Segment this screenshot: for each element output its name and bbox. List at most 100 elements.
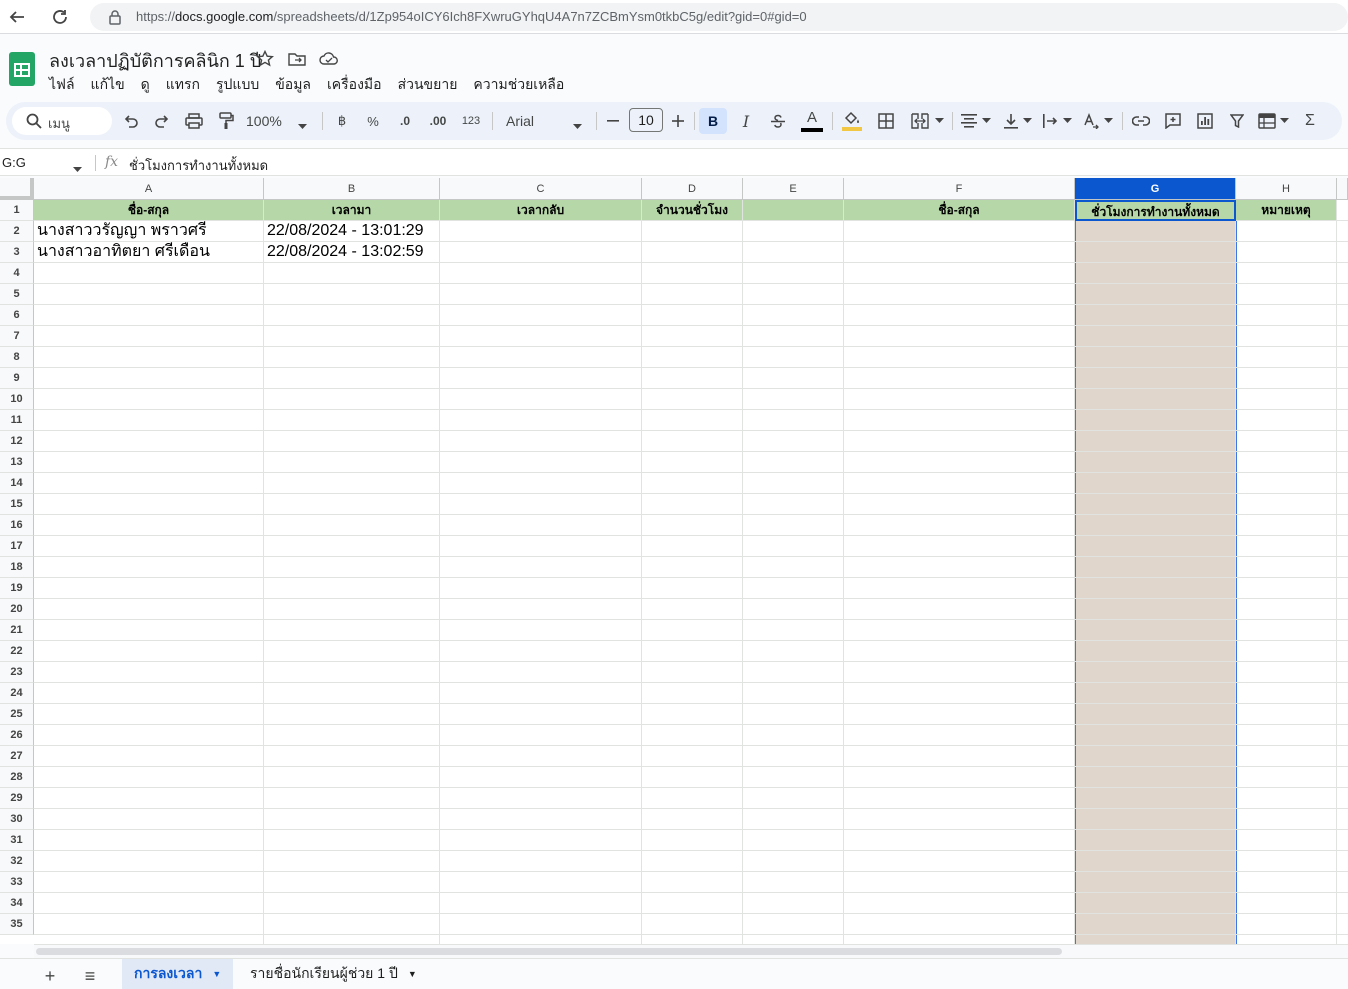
row-header[interactable]: 23: [0, 662, 34, 683]
menu-insert[interactable]: แทรก: [166, 74, 200, 96]
table-cell[interactable]: 22/08/2024 - 13:02:59: [264, 242, 440, 263]
text-color-button[interactable]: A: [800, 108, 824, 134]
menu-search[interactable]: เมนู: [12, 107, 112, 135]
row-header[interactable]: 15: [0, 494, 34, 515]
row-header[interactable]: 14: [0, 473, 34, 494]
functions-button[interactable]: Σ: [1300, 108, 1320, 134]
menu-data[interactable]: ข้อมูล: [275, 74, 311, 96]
menu-extensions[interactable]: ส่วนขยาย: [398, 74, 458, 96]
increase-decimal-button[interactable]: .00: [426, 108, 450, 134]
column-header-f[interactable]: F: [844, 178, 1075, 200]
filter-icon[interactable]: [1226, 108, 1248, 134]
menu-format[interactable]: รูปแบบ: [216, 74, 259, 96]
header-cell-e[interactable]: [743, 200, 844, 221]
formula-input[interactable]: ชั่วโมงการทำงานทั้งหมด: [129, 155, 268, 176]
vertical-align-icon[interactable]: [1001, 108, 1035, 134]
row-header[interactable]: 1: [0, 200, 34, 221]
horizontal-align-icon[interactable]: [959, 108, 993, 134]
move-folder-icon[interactable]: [286, 48, 308, 70]
currency-button[interactable]: ฿: [333, 108, 351, 134]
header-cell-f[interactable]: ชื่อ-สกุล: [844, 200, 1075, 221]
table-cell[interactable]: 22/08/2024 - 13:01:29: [264, 221, 440, 242]
font-size-input[interactable]: 10: [629, 108, 663, 132]
row-header[interactable]: 19: [0, 578, 34, 599]
insert-link-icon[interactable]: [1130, 108, 1152, 134]
site-info-icon[interactable]: [108, 9, 122, 30]
select-all-corner[interactable]: [0, 178, 34, 200]
header-cell-h[interactable]: หมายเหตุ: [1236, 200, 1337, 221]
row-header[interactable]: 17: [0, 536, 34, 557]
sheet-tab[interactable]: รายชื่อนักเรียนผู้ช่วย 1 ปี ▼: [238, 959, 429, 989]
row-header[interactable]: 33: [0, 872, 34, 893]
row-header[interactable]: 11: [0, 410, 34, 431]
row-header[interactable]: 30: [0, 809, 34, 830]
text-rotation-icon[interactable]: [1081, 108, 1115, 134]
header-cell-d[interactable]: จำนวนชั่วโมง: [642, 200, 743, 221]
cloud-saved-icon[interactable]: [318, 48, 340, 70]
row-header[interactable]: 26: [0, 725, 34, 746]
row-header[interactable]: 8: [0, 347, 34, 368]
row-header[interactable]: 34: [0, 893, 34, 914]
sheet-tab-active[interactable]: การลงเวลา ▼: [122, 959, 234, 989]
row-header[interactable]: 13: [0, 452, 34, 473]
scrollbar-thumb[interactable]: [36, 948, 1062, 955]
column-header-e[interactable]: E: [743, 178, 844, 200]
chevron-down-icon[interactable]: [73, 160, 82, 178]
column-header-b[interactable]: B: [264, 178, 440, 200]
all-sheets-button[interactable]: ≡: [78, 965, 102, 987]
row-header[interactable]: 32: [0, 851, 34, 872]
number-format-button[interactable]: 123: [459, 108, 483, 134]
row-header[interactable]: 25: [0, 704, 34, 725]
row-header[interactable]: 22: [0, 641, 34, 662]
document-title[interactable]: ลงเวลาปฏิบัติการคลินิก 1 ปี: [49, 46, 261, 75]
back-arrow-icon[interactable]: [4, 4, 30, 30]
table-cell[interactable]: นางสาววรัญญา พราวศรี: [34, 221, 264, 242]
name-box[interactable]: G:G: [2, 155, 26, 170]
menu-file[interactable]: ไฟล์: [49, 74, 75, 96]
column-header-h[interactable]: H: [1236, 178, 1337, 200]
menu-tools[interactable]: เครื่องมือ: [327, 74, 382, 96]
print-icon[interactable]: [183, 108, 205, 134]
header-cell-b[interactable]: เวลามา: [264, 200, 440, 221]
table-cell[interactable]: นางสาวอาทิตยา ศรีเดือน: [34, 242, 264, 263]
column-header-a[interactable]: A: [34, 178, 264, 200]
row-header[interactable]: 24: [0, 683, 34, 704]
insert-chart-icon[interactable]: [1194, 108, 1216, 134]
zoom-select[interactable]: 100%: [246, 108, 308, 134]
row-header[interactable]: 2: [0, 221, 34, 242]
spreadsheet-grid[interactable]: ABCDEFGH 1 2 3 4 5 6 7 8 9 10 11 12 13 14 15 16 17 18 19 20…: [0, 178, 1348, 944]
plus-icon[interactable]: [669, 108, 687, 134]
sheets-logo-icon[interactable]: [9, 52, 35, 86]
row-header[interactable]: 29: [0, 788, 34, 809]
row-header[interactable]: 12: [0, 431, 34, 452]
minus-icon[interactable]: [604, 108, 622, 134]
redo-icon[interactable]: [151, 108, 173, 134]
row-header[interactable]: 20: [0, 599, 34, 620]
horizontal-scrollbar[interactable]: [34, 944, 1348, 958]
row-header[interactable]: 16: [0, 515, 34, 536]
row-header[interactable]: 3: [0, 242, 34, 263]
italic-button[interactable]: I: [736, 108, 756, 134]
address-bar[interactable]: https://docs.google.com/spreadsheets/d/1…: [90, 3, 1348, 31]
row-header[interactable]: 31: [0, 830, 34, 851]
font-select[interactable]: Arial: [506, 108, 586, 134]
borders-icon[interactable]: [875, 108, 897, 134]
reload-icon[interactable]: [47, 4, 73, 30]
row-header[interactable]: 21: [0, 620, 34, 641]
strikethrough-icon[interactable]: [768, 108, 788, 134]
menu-view[interactable]: ดู: [141, 74, 150, 96]
table-views-icon[interactable]: [1256, 108, 1290, 134]
column-header-d[interactable]: D: [642, 178, 743, 200]
menu-edit[interactable]: แก้ไข: [91, 74, 125, 96]
header-cell-c[interactable]: เวลากลับ: [440, 200, 642, 221]
merge-cells-icon[interactable]: [907, 108, 947, 134]
add-sheet-button[interactable]: +: [38, 965, 62, 987]
selected-column-g[interactable]: [1075, 200, 1237, 944]
header-cell-a[interactable]: ชื่อ-สกุล: [34, 200, 264, 221]
insert-comment-icon[interactable]: [1162, 108, 1184, 134]
bold-button[interactable]: B: [699, 108, 727, 134]
paint-format-icon[interactable]: [215, 108, 237, 134]
row-header[interactable]: 27: [0, 746, 34, 767]
row-header[interactable]: 28: [0, 767, 34, 788]
row-header[interactable]: 7: [0, 326, 34, 347]
